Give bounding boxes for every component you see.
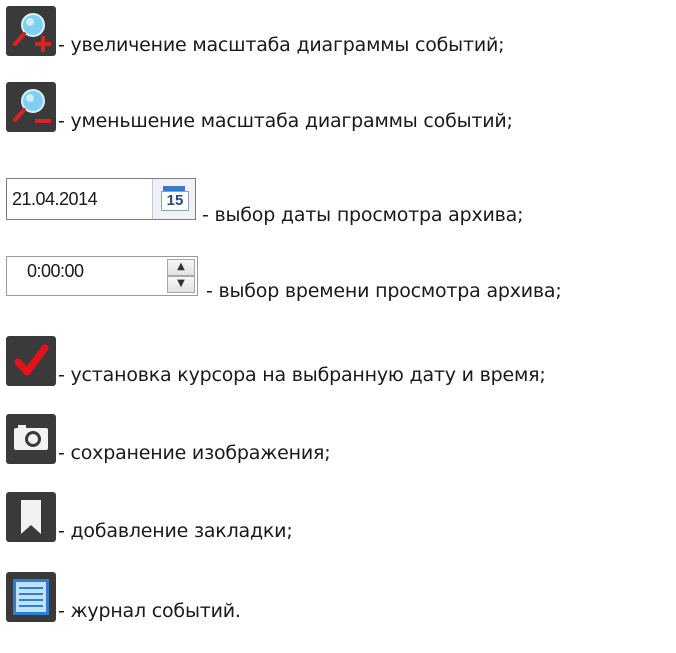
bookmark-description: - добавление закладки; <box>58 520 293 542</box>
checkmark-icon[interactable] <box>6 336 56 386</box>
time-value: 0:00:00 <box>27 261 84 281</box>
zoom-out-icon[interactable] <box>6 82 56 132</box>
legend-row-log: - журнал событий. <box>6 572 241 622</box>
spin-down-button[interactable]: ▼ <box>167 276 195 293</box>
legend-row-time: 0:00:00 ▲ ▼ - выбор времени просмотра ар… <box>6 256 562 302</box>
legend-row-bookmark: - добавление закладки; <box>6 492 293 542</box>
bookmark-icon[interactable] <box>6 492 56 542</box>
calendar-icon[interactable]: 15 <box>152 179 195 219</box>
spin-buttons: ▲ ▼ <box>167 259 195 293</box>
calendar-day: 15 <box>161 191 189 211</box>
zoom-in-icon[interactable] <box>6 6 56 56</box>
spin-up-button[interactable]: ▲ <box>167 259 195 276</box>
camera-icon[interactable] <box>6 414 56 464</box>
legend-row-zoom-out: - уменьшение масштаба диаграммы событий; <box>6 82 513 132</box>
zoom-in-description: - увеличение масштаба диаграммы событий; <box>58 34 505 56</box>
legend-row-snapshot: - сохранение изображения; <box>6 414 331 464</box>
list-icon[interactable] <box>6 572 56 622</box>
date-picker[interactable]: 21.04.2014 15 <box>6 178 196 220</box>
time-spinner[interactable]: 0:00:00 ▲ ▼ <box>6 256 198 296</box>
snapshot-description: - сохранение изображения; <box>58 442 331 464</box>
date-value: 21.04.2014 <box>12 188 98 209</box>
cursor-description: - установка курсора на выбранную дату и … <box>58 364 546 386</box>
time-description: - выбор времени просмотра архива; <box>206 280 562 302</box>
date-description: - выбор даты просмотра архива; <box>202 204 524 226</box>
zoom-out-description: - уменьшение масштаба диаграммы событий; <box>58 110 513 132</box>
legend-row-zoom-in: - увеличение масштаба диаграммы событий; <box>6 6 505 56</box>
legend-row-date: 21.04.2014 15 - выбор даты просмотра арх… <box>6 178 523 226</box>
log-description: - журнал событий. <box>58 600 241 622</box>
legend-row-cursor: - установка курсора на выбранную дату и … <box>6 336 546 386</box>
